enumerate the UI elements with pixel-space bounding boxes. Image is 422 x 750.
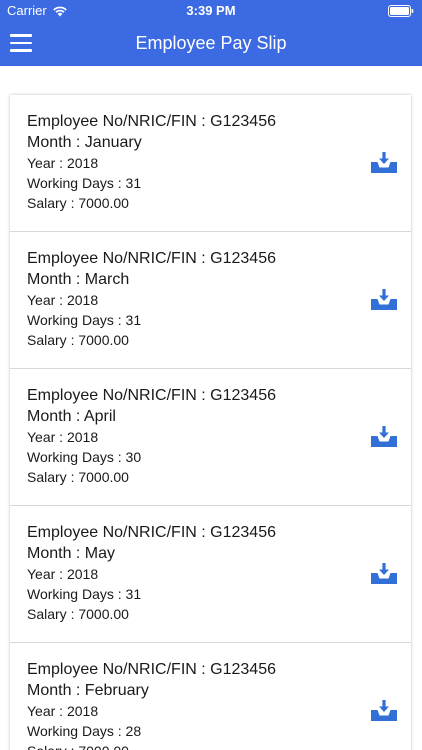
payslip-month: Month : March xyxy=(27,271,130,288)
download-button[interactable] xyxy=(369,699,399,723)
payslip-year: Year : 2018 xyxy=(27,703,99,719)
payslip-card[interactable]: Employee No/NRIC/FIN : G123456 Month : F… xyxy=(10,643,411,750)
salary: Salary : 7000.00 xyxy=(27,332,129,348)
download-button[interactable] xyxy=(369,151,399,175)
payslip-month: Month : January xyxy=(27,134,142,151)
payslip-month: Month : February xyxy=(27,682,149,699)
payslip-year: Year : 2018 xyxy=(27,155,99,171)
navigation-bar: Employee Pay Slip xyxy=(0,22,422,66)
download-icon xyxy=(371,289,397,310)
payslip-year: Year : 2018 xyxy=(27,566,99,582)
payslip-details: Employee No/NRIC/FIN : G123456 Month : M… xyxy=(27,248,276,350)
download-button[interactable] xyxy=(369,288,399,312)
working-days: Working Days : 30 xyxy=(27,449,142,465)
employee-number: Employee No/NRIC/FIN : G123456 xyxy=(27,387,276,404)
payslip-year: Year : 2018 xyxy=(27,292,99,308)
app-screen: Carrier 3:39 PM Employee Pay Slip Employ… xyxy=(0,0,422,750)
working-days: Working Days : 28 xyxy=(27,723,142,739)
payslip-card[interactable]: Employee No/NRIC/FIN : G123456 Month : A… xyxy=(10,369,411,506)
salary: Salary : 7000.00 xyxy=(27,469,129,485)
download-icon xyxy=(371,700,397,721)
payslip-details: Employee No/NRIC/FIN : G123456 Month : A… xyxy=(27,385,276,487)
employee-number: Employee No/NRIC/FIN : G123456 xyxy=(27,250,276,267)
battery-icon xyxy=(388,5,414,17)
salary: Salary : 7000.00 xyxy=(27,195,129,211)
salary: Salary : 7000.00 xyxy=(27,606,129,622)
payslip-details: Employee No/NRIC/FIN : G123456 Month : M… xyxy=(27,522,276,624)
payslip-list: Employee No/NRIC/FIN : G123456 Month : J… xyxy=(10,95,411,750)
download-button[interactable] xyxy=(369,562,399,586)
download-icon xyxy=(371,426,397,447)
payslip-list-container: Employee No/NRIC/FIN : G123456 Month : J… xyxy=(0,66,422,750)
payslip-month: Month : May xyxy=(27,545,116,562)
payslip-card[interactable]: Employee No/NRIC/FIN : G123456 Month : M… xyxy=(10,232,411,369)
payslip-details: Employee No/NRIC/FIN : G123456 Month : F… xyxy=(27,659,276,750)
app-header: Carrier 3:39 PM Employee Pay Slip xyxy=(0,0,422,66)
employee-number: Employee No/NRIC/FIN : G123456 xyxy=(27,661,276,678)
employee-number: Employee No/NRIC/FIN : G123456 xyxy=(27,113,276,130)
payslip-card[interactable]: Employee No/NRIC/FIN : G123456 Month : J… xyxy=(10,95,411,232)
payslip-month: Month : April xyxy=(27,408,116,425)
status-bar: Carrier 3:39 PM xyxy=(0,0,422,22)
working-days: Working Days : 31 xyxy=(27,312,142,328)
page-title: Employee Pay Slip xyxy=(135,33,287,53)
working-days: Working Days : 31 xyxy=(27,586,142,602)
payslip-details: Employee No/NRIC/FIN : G123456 Month : J… xyxy=(27,111,276,213)
download-button[interactable] xyxy=(369,425,399,449)
working-days: Working Days : 31 xyxy=(27,175,142,191)
payslip-card[interactable]: Employee No/NRIC/FIN : G123456 Month : M… xyxy=(10,506,411,643)
salary: Salary : 7000.00 xyxy=(27,741,276,750)
status-time: 3:39 PM xyxy=(186,3,236,18)
download-icon xyxy=(371,152,397,173)
download-icon xyxy=(371,563,397,584)
employee-number: Employee No/NRIC/FIN : G123456 xyxy=(27,524,276,541)
payslip-year: Year : 2018 xyxy=(27,429,99,445)
